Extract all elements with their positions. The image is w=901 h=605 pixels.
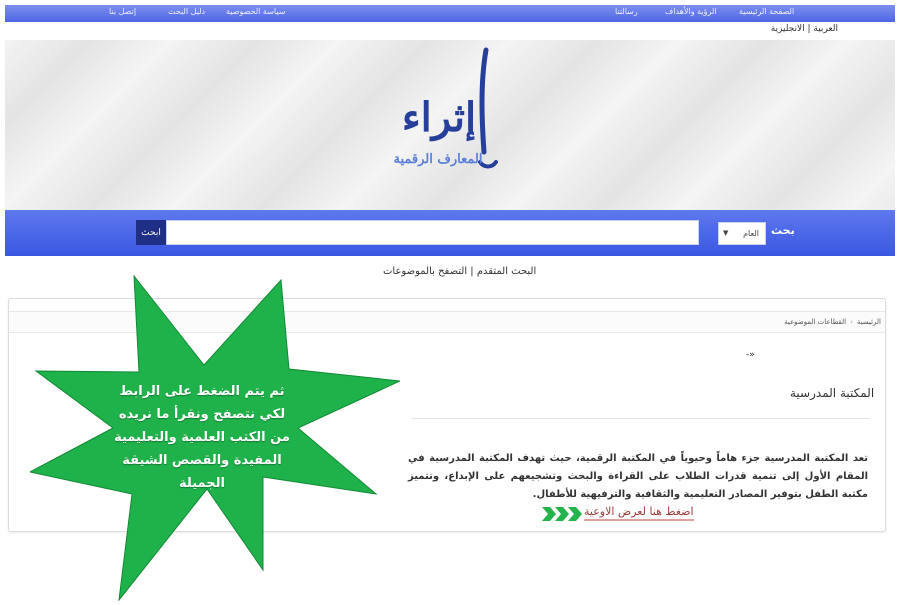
nav-mission[interactable]: رسالتنا [615,7,638,16]
breadcrumb: الرئيسية › القطاعات الموضوعية [784,318,881,326]
callout-text: ثم يتم الضغط على الرابط لكي نتصفح ونقرأ … [114,384,290,491]
search-label: بحث [771,224,795,237]
search-input[interactable] [166,220,699,245]
search-button[interactable]: ابحث [136,220,166,245]
search-sublinks[interactable]: البحث المتقدم | التصفح بالموضوعات [383,266,536,277]
arrow-marker: -» [746,350,755,360]
breadcrumb-sectors[interactable]: القطاعات الموضوعية [784,318,846,326]
top-navbar: الصفحة الرئيسية الرؤية والأهداف رسالتنا … [5,5,895,22]
search-scope-select[interactable]: ▼ العام [718,222,766,245]
nav-home[interactable]: الصفحة الرئيسية [739,7,794,16]
nav-vision[interactable]: الرؤية والأهداف [665,7,717,16]
search-bar: ابحث ▼ العام بحث [5,210,895,256]
breadcrumb-separator: › [850,318,853,326]
view-resources-link[interactable]: اضغط هنا لعرض الاوعية [584,505,694,521]
breadcrumb-home[interactable]: الرئيسية [857,318,881,326]
section-title: المكتبة المدرسية [790,386,875,400]
language-switcher[interactable]: العربية | الانجليزية [771,24,838,34]
nav-search-guide[interactable]: دليل البحث [168,7,205,16]
nav-contact[interactable]: إتصل بنا [109,7,136,16]
chevrons-icon [542,507,582,521]
logo-subtitle: المعارف الرقمية [393,152,483,167]
chevron-down-icon: ▼ [723,229,729,237]
search-scope-value: العام [743,229,759,238]
section-description: تعد المكتبة المدرسية جزء هاماً وحيوياً ف… [408,453,868,500]
logo-title: إثراء [401,94,477,141]
section-divider [412,418,870,419]
nav-privacy[interactable]: سياسة الخصوصية [226,7,285,16]
